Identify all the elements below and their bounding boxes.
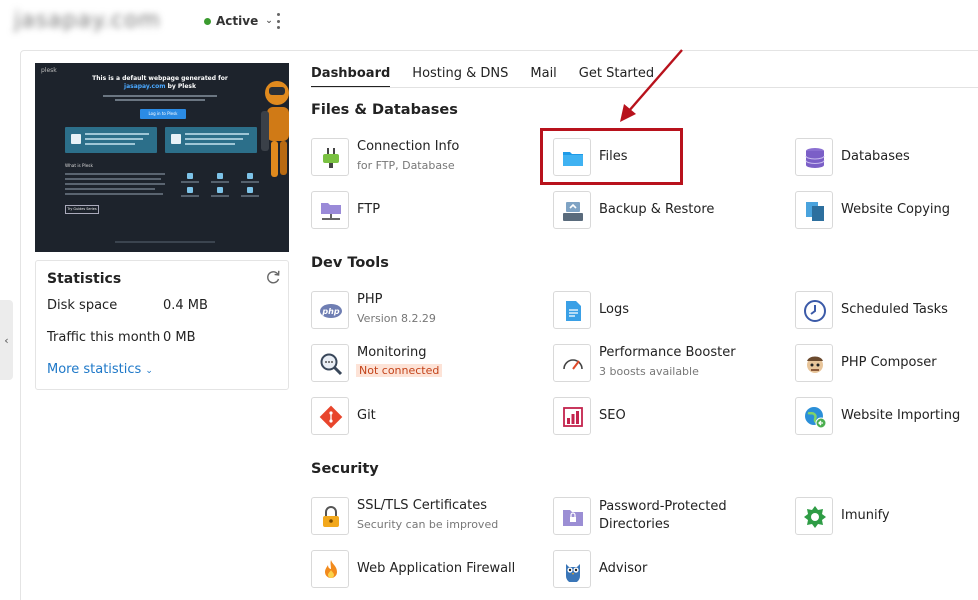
preview-info-box [65, 127, 157, 153]
preview-subtitle [95, 93, 225, 103]
status-dot-icon [204, 17, 211, 25]
traffic-value: 0 MB [163, 330, 196, 345]
tool-ftp[interactable]: FTP [311, 191, 547, 231]
top-bar: jasapay.com Active ⌄ [0, 0, 978, 46]
tool-git[interactable]: Git [311, 397, 547, 437]
section-files-databases: Files & Databases [311, 102, 458, 118]
preview-info-box [165, 127, 257, 153]
domain-name[interactable]: jasapay.com [14, 4, 192, 38]
preview-login-button: Log in to Plesk [140, 109, 186, 119]
preview-what-is: What is Plesk [65, 163, 93, 168]
robot-illustration [261, 81, 289, 177]
disk-space-value: 0.4 MB [163, 298, 208, 313]
tool-website-importing[interactable]: Website Importing [795, 397, 978, 437]
chevron-down-icon: ⌄ [265, 16, 273, 26]
files-highlight-box [540, 128, 683, 185]
tool-web-application-firewall[interactable]: Web Application Firewall [311, 550, 547, 590]
tool-logs[interactable]: Logs [553, 291, 789, 331]
git-icon [319, 405, 343, 429]
tool-monitoring[interactable]: Monitoring Not connected [311, 344, 547, 384]
padlock-icon [323, 506, 339, 527]
globe-import-icon [805, 407, 827, 429]
traffic-label: Traffic this month [47, 330, 161, 345]
chevron-left-icon: ‹ [4, 333, 9, 347]
flame-icon [325, 560, 337, 578]
magnifier-icon [320, 353, 343, 376]
tool-password-protected-directories[interactable]: Password-Protected Directories [553, 497, 789, 537]
status-badge: Not connected [356, 364, 443, 377]
tab-mail[interactable]: Mail [530, 64, 556, 88]
section-security: Security [311, 461, 379, 477]
copy-icon [806, 202, 824, 221]
tool-scheduled-tasks[interactable]: Scheduled Tasks [795, 291, 978, 331]
chevron-down-icon: ⌄ [145, 366, 153, 376]
preview-footer [115, 241, 215, 243]
database-icon [805, 148, 825, 168]
tool-php-composer[interactable]: PHP Composer [795, 344, 978, 384]
tool-advisor[interactable]: Advisor [553, 550, 789, 590]
statistics-card: Statistics Disk space 0.4 MB Traffic thi… [35, 260, 289, 390]
status-dropdown[interactable]: Active ⌄ [204, 14, 273, 28]
section-dev-tools: Dev Tools [311, 255, 389, 271]
log-file-icon [566, 301, 581, 321]
preview-title: This is a default webpage generated for … [92, 75, 228, 90]
tool-connection-info[interactable]: Connection Info for FTP, Database [311, 138, 547, 178]
website-preview[interactable]: plesk This is a default webpage generate… [35, 63, 289, 252]
tool-ssl-certificates[interactable]: SSL/TLS Certificates Security can be imp… [311, 497, 547, 537]
clock-icon [804, 300, 826, 322]
tool-seo[interactable]: SEO [553, 397, 789, 437]
plug-icon [323, 148, 339, 168]
svg-text:php: php [321, 307, 339, 316]
tool-backup-restore[interactable]: Backup & Restore [553, 191, 789, 231]
backup-icon [563, 202, 583, 221]
refresh-icon[interactable] [265, 269, 281, 285]
gauge-icon [563, 359, 583, 370]
locked-folder-icon [563, 510, 583, 526]
disk-space-label: Disk space [47, 298, 118, 313]
seo-chart-icon [563, 407, 583, 427]
preview-tour-button: Try Guides Series [65, 205, 99, 214]
imunify-shield-icon [804, 506, 826, 528]
tool-imunify[interactable]: Imunify [795, 497, 978, 537]
statistics-title: Statistics [47, 271, 122, 287]
status-label: Active [216, 14, 259, 28]
annotation-arrow-icon [620, 49, 683, 122]
tool-databases[interactable]: Databases [795, 138, 978, 178]
tool-php[interactable]: php PHP Version 8.2.29 [311, 291, 547, 331]
tool-website-copying[interactable]: Website Copying [795, 191, 978, 231]
composer-icon [807, 356, 823, 373]
ftp-folder-icon [321, 203, 341, 220]
collapse-sidebar-button[interactable]: ‹ [0, 300, 13, 380]
more-options-icon[interactable] [273, 13, 283, 29]
preview-logo: plesk [41, 67, 57, 74]
tab-hosting-dns[interactable]: Hosting & DNS [412, 64, 508, 88]
more-statistics-link[interactable]: More statistics ⌄ [47, 362, 153, 377]
owl-icon [566, 564, 580, 582]
tool-performance-booster[interactable]: Performance Booster 3 boosts available [553, 344, 789, 384]
tab-dashboard[interactable]: Dashboard [311, 64, 391, 88]
php-icon: php [320, 304, 342, 318]
